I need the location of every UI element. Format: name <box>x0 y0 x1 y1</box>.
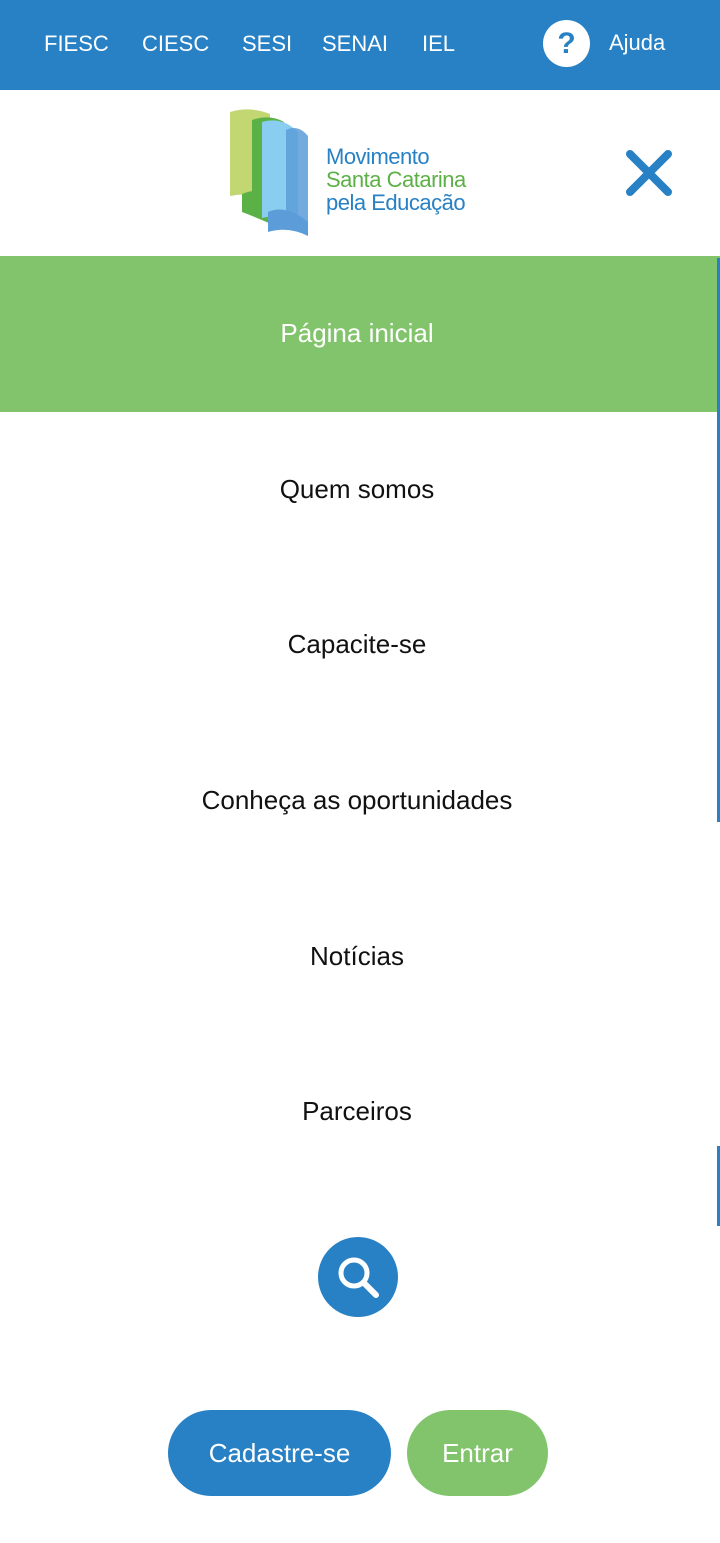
login-button[interactable]: Entrar <box>407 1410 548 1496</box>
search-button[interactable] <box>318 1237 398 1317</box>
nav-item-label: Página inicial <box>280 318 434 349</box>
nav-item-label: Notícias <box>310 940 404 971</box>
logo-line-santa-catarina: Santa Catarina <box>326 167 466 192</box>
main-nav: Página inicial Quem somos Capacite-se Co… <box>0 256 720 1190</box>
nav-item-pagina-inicial[interactable]: Página inicial <box>0 256 720 412</box>
logo-line-movimento: Movimento <box>326 144 430 169</box>
nav-item-label: Capacite-se <box>287 629 427 660</box>
nav-item-label: Quem somos <box>279 473 435 504</box>
search-icon <box>338 1257 379 1298</box>
close-menu-button[interactable] <box>622 146 676 200</box>
nav-item-oportunidades[interactable]: Conheça as oportunidades <box>0 723 720 879</box>
link-iel[interactable]: IEL <box>422 27 455 61</box>
help-link[interactable]: ? Ajuda <box>543 20 693 68</box>
nav-item-capacite-se[interactable]: Capacite-se <box>0 567 720 723</box>
logo-line-educacao: pela Educação <box>326 190 466 215</box>
link-fiesc[interactable]: FIESC <box>44 27 109 61</box>
top-bar: FIESC CIESC SESI SENAI IEL ? Ajuda <box>0 0 720 90</box>
link-sesi[interactable]: SESI <box>242 27 292 61</box>
brand-logo[interactable]: Movimento Santa Catarina pela Educação <box>228 108 498 240</box>
register-button[interactable]: Cadastre-se <box>168 1410 391 1496</box>
nav-item-label: Parceiros <box>302 1096 412 1127</box>
logo-mark-icon <box>230 109 308 236</box>
close-icon <box>626 150 672 196</box>
institution-links: FIESC CIESC SESI SENAI IEL <box>0 0 500 90</box>
logo-text: Movimento Santa Catarina pela Educação <box>326 145 466 214</box>
menu-header: Movimento Santa Catarina pela Educação <box>0 90 720 255</box>
nav-item-parceiros[interactable]: Parceiros <box>0 1034 720 1190</box>
link-ciesc[interactable]: CIESC <box>142 27 209 61</box>
nav-item-label: Conheça as oportunidades <box>201 785 513 816</box>
link-senai[interactable]: SENAI <box>322 27 388 61</box>
help-label: Ajuda <box>609 30 666 55</box>
question-icon: ? <box>543 20 590 67</box>
nav-item-noticias[interactable]: Notícias <box>0 878 720 1034</box>
nav-item-quem-somos[interactable]: Quem somos <box>0 412 720 568</box>
